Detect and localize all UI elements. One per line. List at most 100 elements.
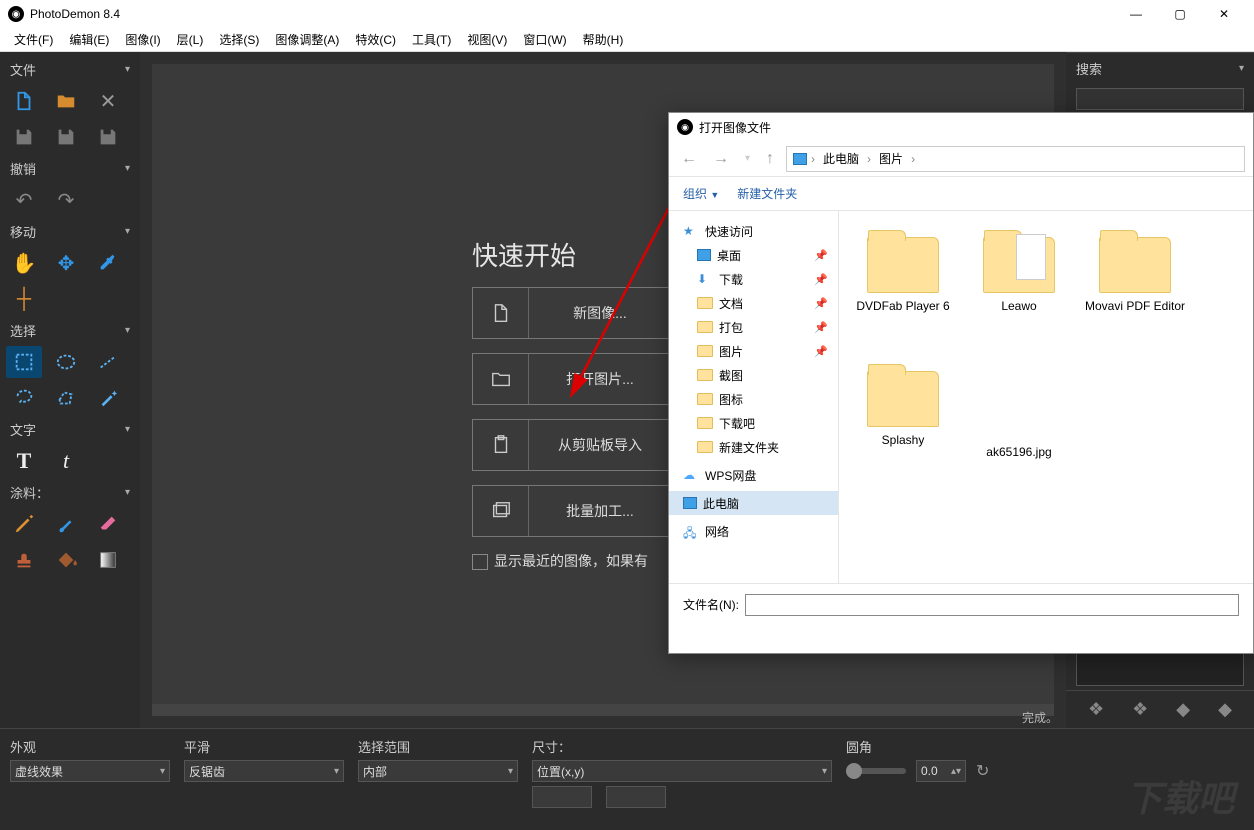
menu-help[interactable]: 帮助(H) (575, 28, 632, 52)
layers-icon[interactable]: ❖ (1088, 699, 1104, 720)
folder-splashy[interactable]: Splashy (847, 365, 959, 495)
wand-select-icon[interactable] (90, 382, 126, 414)
fill-tool-icon[interactable] (48, 544, 84, 576)
show-recent-checkbox[interactable]: 显示最近的图像，如果有 (472, 551, 672, 571)
redo-icon[interactable]: ↷ (48, 184, 84, 216)
nav-forward-button[interactable]: → (709, 146, 733, 172)
lasso-select-icon[interactable] (6, 382, 42, 414)
undo-icon[interactable]: ↶ (6, 184, 42, 216)
canvas-scrollbar[interactable] (152, 704, 1054, 716)
brush-tool-icon[interactable] (48, 508, 84, 540)
pin-icon: 📌 (814, 249, 828, 262)
reset-icon[interactable]: ↻ (976, 761, 989, 781)
savecopy-icon[interactable] (90, 121, 126, 153)
menu-layer[interactable]: 层(L) (169, 28, 212, 52)
sidebar-pack[interactable]: 打包📌 (669, 315, 838, 339)
minimize-button[interactable]: — (1114, 0, 1158, 28)
sidebar-desktop[interactable]: 桌面📌 (669, 243, 838, 267)
ellipse-select-icon[interactable] (48, 346, 84, 378)
filename-input[interactable] (745, 594, 1239, 616)
move-tool-icon[interactable]: ✥ (48, 247, 84, 279)
menu-tools[interactable]: 工具(T) (404, 28, 459, 52)
maximize-button[interactable]: ▢ (1158, 0, 1202, 28)
menu-effects[interactable]: 特效(C) (347, 28, 404, 52)
new-folder-button[interactable]: 新建文件夹 (737, 185, 797, 202)
crumb-thispc[interactable]: 此电脑 (819, 150, 863, 167)
eraser-tool-icon[interactable] (90, 508, 126, 540)
folder-movavi[interactable]: Movavi PDF Editor (1079, 231, 1191, 361)
rect-select-icon[interactable] (6, 346, 42, 378)
search-section-header[interactable]: 搜索▾ (1066, 52, 1254, 84)
sidebar-icons[interactable]: 图标 (669, 387, 838, 411)
nav-up-button[interactable]: ↑ (762, 146, 778, 172)
pos-x-input[interactable] (532, 786, 592, 808)
layers-down-icon[interactable]: ◆ (1218, 699, 1232, 720)
size-select[interactable]: 位置(x,y)▾ (532, 760, 832, 782)
pin-icon: 📌 (814, 321, 828, 334)
text-tool-icon[interactable]: T (6, 445, 42, 477)
batch-button[interactable]: 批量加工... (472, 485, 672, 537)
save-icon[interactable] (6, 121, 42, 153)
saveas-icon[interactable] (48, 121, 84, 153)
sidebar-downloads[interactable]: ⬇下载📌 (669, 267, 838, 291)
menu-image[interactable]: 图像(I) (117, 28, 168, 52)
pos-y-input[interactable] (606, 786, 666, 808)
gradient-tool-icon[interactable] (90, 544, 126, 576)
pin-icon: 📌 (814, 297, 828, 310)
radius-slider[interactable] (846, 768, 906, 774)
menu-select[interactable]: 选择(S) (211, 28, 267, 52)
range-select[interactable]: 内部▾ (358, 760, 518, 782)
paste-button[interactable]: 从剪贴板导入 (472, 419, 672, 471)
tool-section-undo[interactable]: 撤销▾ (0, 155, 140, 182)
open-image-button[interactable]: 打开图片... (472, 353, 672, 405)
line-select-icon[interactable] (90, 346, 126, 378)
stamp-tool-icon[interactable] (6, 544, 42, 576)
crumb-pictures[interactable]: 图片 (875, 150, 907, 167)
menu-adjust[interactable]: 图像调整(A) (267, 28, 347, 52)
menu-edit[interactable]: 编辑(E) (61, 28, 117, 52)
tool-section-file[interactable]: 文件▾ (0, 56, 140, 83)
menu-file[interactable]: 文件(F) (6, 28, 61, 52)
open-folder-icon[interactable] (48, 85, 84, 117)
tool-section-text[interactable]: 文字▾ (0, 416, 140, 443)
new-file-icon[interactable] (6, 85, 42, 117)
text-italic-tool-icon[interactable]: t (48, 445, 84, 477)
tool-section-paint[interactable]: 涂料：▾ (0, 479, 140, 506)
ruler-tool-icon[interactable]: ┼ (6, 283, 42, 315)
layers-merge-icon[interactable]: ❖ (1132, 699, 1148, 720)
breadcrumb-bar[interactable]: › 此电脑 › 图片 › (786, 146, 1245, 172)
eyedropper-icon[interactable] (90, 247, 126, 279)
sidebar-documents[interactable]: 文档📌 (669, 291, 838, 315)
file-ak65196[interactable]: ak65196.jpg (963, 365, 1075, 495)
appearance-select[interactable]: 虚线效果▾ (10, 760, 170, 782)
layers-up-icon[interactable]: ◆ (1176, 699, 1190, 720)
poly-select-icon[interactable] (48, 382, 84, 414)
tool-section-select[interactable]: 选择▾ (0, 317, 140, 344)
sidebar-newfolder[interactable]: 新建文件夹 (669, 435, 838, 459)
sidebar-pictures[interactable]: 图片📌 (669, 339, 838, 363)
sidebar-thispc[interactable]: 此电脑 (669, 491, 838, 515)
new-image-button[interactable]: 新图像... (472, 287, 672, 339)
sidebar-wps[interactable]: ☁WPS网盘 (669, 463, 838, 487)
close-file-icon[interactable]: ✕ (90, 85, 126, 117)
nav-back-button[interactable]: ← (677, 146, 701, 172)
hand-tool-icon[interactable]: ✋ (6, 247, 42, 279)
nav-history-button[interactable]: ▾ (741, 149, 754, 168)
sidebar-network[interactable]: 🖧网络 (669, 519, 838, 543)
smooth-select[interactable]: 反锯齿▾ (184, 760, 344, 782)
sidebar-screenshots[interactable]: 截图 (669, 363, 838, 387)
menu-view[interactable]: 视图(V) (459, 28, 515, 52)
close-button[interactable]: ✕ (1202, 0, 1246, 28)
sidebar-downloadba[interactable]: 下载吧 (669, 411, 838, 435)
search-input[interactable] (1076, 88, 1244, 110)
pencil-tool-icon[interactable] (6, 508, 42, 540)
organize-button[interactable]: 组织 ▼ (683, 185, 719, 202)
folder-leawo[interactable]: Leawo (963, 231, 1075, 361)
dialog-file-grid: DVDFab Player 6 Leawo Movavi PDF Editor … (839, 211, 1253, 583)
tool-section-move[interactable]: 移动▾ (0, 218, 140, 245)
sidebar-quick-access[interactable]: ★快速访问 (669, 219, 838, 243)
folder-dvdfab[interactable]: DVDFab Player 6 (847, 231, 959, 361)
radius-input[interactable]: 0.0▴▾ (916, 760, 966, 782)
menu-window[interactable]: 窗口(W) (515, 28, 574, 52)
appearance-label: 外观 (10, 737, 170, 756)
